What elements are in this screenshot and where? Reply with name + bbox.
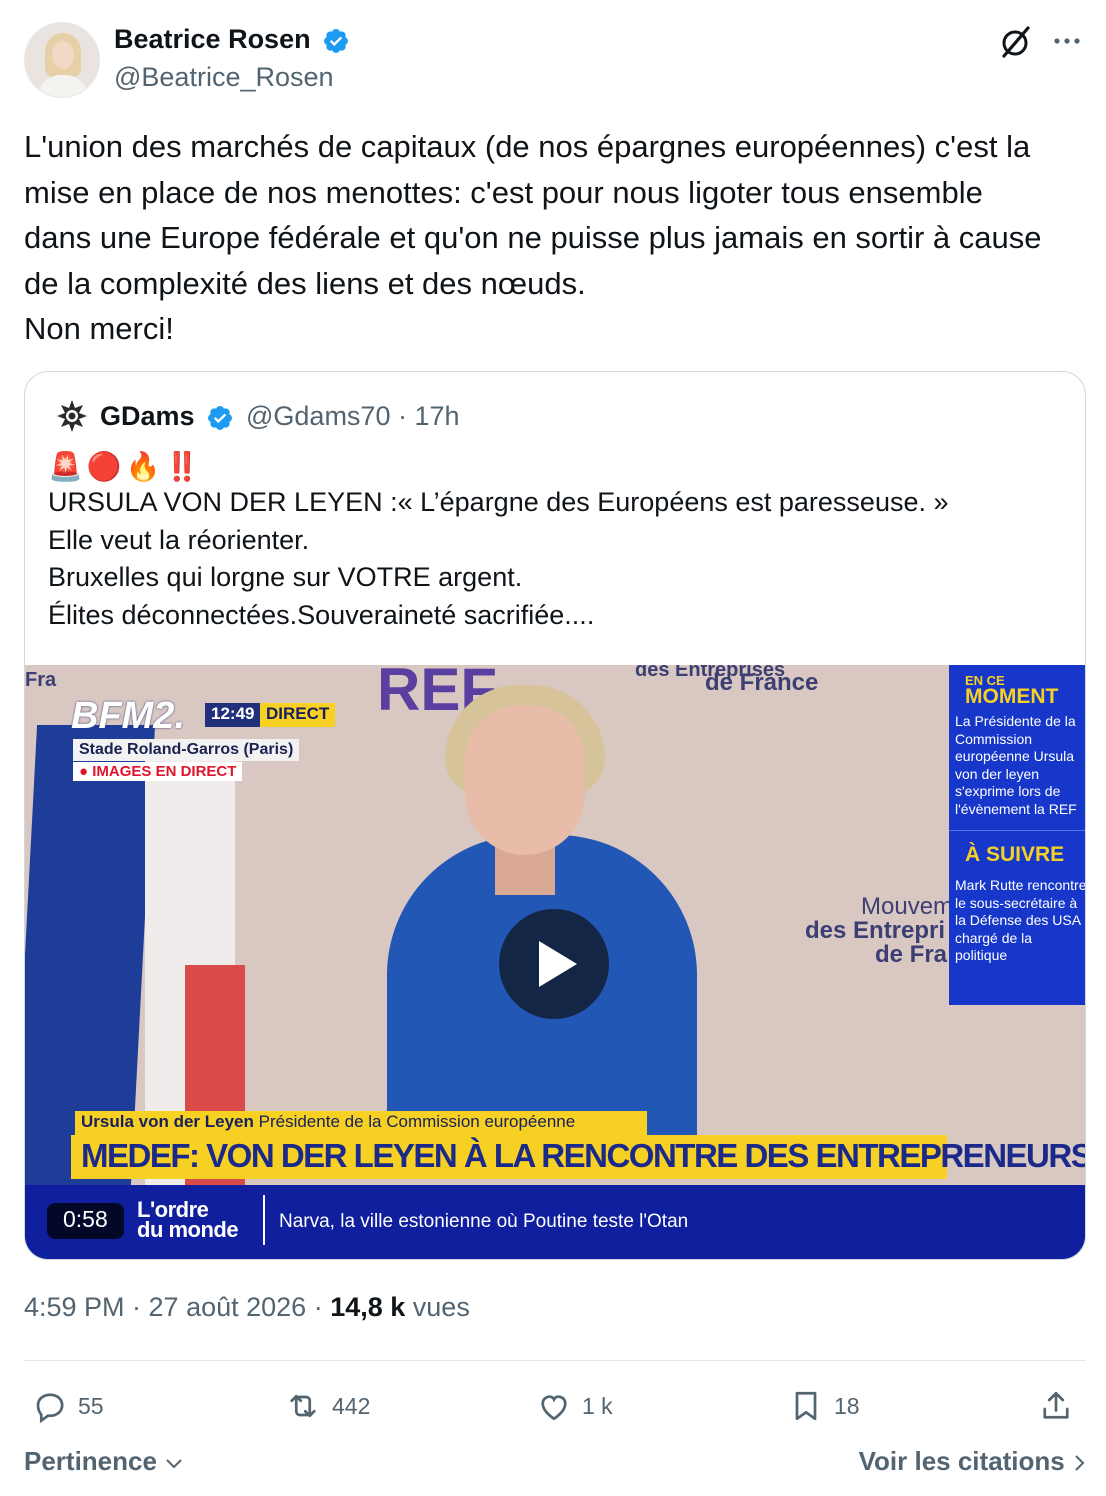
tweet-text-line: Non merci! [24, 311, 174, 346]
quote-text-line: Bruxelles qui lorgne sur VOTRE argent. [48, 562, 523, 592]
author-handle[interactable]: @Beatrice_Rosen [114, 62, 334, 93]
program-logo-line: du monde [137, 1217, 239, 1242]
verified-badge-icon [208, 405, 233, 430]
grok-icon[interactable] [998, 24, 1034, 60]
broadcast-time: 12:49 [205, 703, 261, 727]
author-avatar[interactable] [24, 22, 100, 98]
speaker-name: Ursula von der Leyen [81, 1112, 254, 1131]
quote-author-name[interactable]: GDams [100, 401, 195, 431]
quote-author-row[interactable]: GDams [100, 401, 234, 432]
side-panel-next-title: À SUIVRE [965, 843, 1065, 866]
view-label: vues [405, 1292, 470, 1322]
reply-button[interactable]: 55 [32, 1383, 104, 1429]
speaker-name-bar: Ursula von der Leyen Présidente de la Co… [75, 1111, 647, 1135]
author-name[interactable]: Beatrice Rosen [114, 24, 311, 54]
divider [24, 1360, 1086, 1361]
tweet-text: L'union des marchés de capitaux (de nos … [24, 124, 1094, 352]
tweet-meta: 4:59 PM · 27 août 2026 · 14,8 k vues [24, 1292, 470, 1323]
more-icon[interactable] [1050, 26, 1084, 56]
side-panel: EN CE MOMENT La Présidente de la Commiss… [949, 665, 1086, 1005]
channel-logo: BFM2. [71, 695, 185, 737]
video-bg-text: de France [705, 669, 819, 696]
repost-button[interactable]: 442 [284, 1383, 370, 1429]
verified-badge-icon [324, 28, 349, 53]
like-button[interactable]: 1 k [536, 1383, 613, 1429]
ticker-divider [263, 1195, 265, 1245]
play-button[interactable] [499, 909, 609, 1019]
speaker-face [465, 705, 585, 855]
reply-icon [36, 1393, 64, 1424]
share-button[interactable] [1038, 1383, 1074, 1429]
video-duration: 0:58 [47, 1203, 124, 1239]
red-circle-emoji: 🔴 [86, 450, 122, 482]
quote-text: URSULA VON DER LEYEN :« L’épargne des Eu… [48, 484, 1068, 634]
share-icon [1043, 1391, 1069, 1419]
live-label: DIRECT [260, 703, 336, 727]
author-name-row[interactable]: Beatrice Rosen [114, 24, 350, 55]
quote-text-line: Elle veut la réorienter. [48, 524, 310, 555]
play-icon [539, 941, 577, 987]
side-panel-moment-text: La Présidente de la Commission européenn… [955, 713, 1077, 817]
side-panel-moment: MOMENT [965, 685, 1059, 708]
siren-emoji: 🚨 [48, 450, 83, 482]
video-player[interactable]: Fra des Entreprises de France REF Mouvem… [25, 665, 1086, 1259]
tweet-text-line: dans une Europe fédérale et qu'on ne pui… [24, 220, 1042, 255]
tweet-timestamp[interactable]: 4:59 PM · 27 août 2026 · [24, 1292, 330, 1322]
quote-emoji-row: 🚨 🔴 🔥 ‼️ [48, 448, 200, 484]
like-count: 1 k [582, 1392, 613, 1419]
repost-icon [290, 1394, 316, 1418]
chevron-right-icon [1075, 1455, 1085, 1471]
video-bg-text: Fra [25, 669, 57, 691]
action-bar: 55 442 1 k 18 [24, 1383, 1086, 1429]
live-images-label: ● IMAGES EN DIRECT [73, 762, 243, 781]
view-quotes-label: Voir les citations [858, 1446, 1065, 1476]
quote-avatar[interactable] [52, 396, 92, 436]
quoted-tweet[interactable]: GDams @Gdams70 · 17h 🚨 🔴 🔥 ‼️ URSULA VON… [24, 371, 1086, 1260]
bookmark-button[interactable]: 18 [788, 1383, 860, 1429]
quote-handle-time[interactable]: @Gdams70 · 17h [246, 401, 460, 432]
ticker-text: Narva, la ville estonienne où Poutine te… [279, 1211, 689, 1232]
speaker-title: Présidente de la Commission européenne [258, 1112, 576, 1131]
reply-count: 55 [78, 1392, 104, 1419]
video-bg-text: de Fra [875, 941, 948, 968]
tweet-text-line: L'union des marchés de capitaux (de nos … [24, 129, 1031, 164]
chevron-down-icon [166, 1459, 182, 1469]
tweet-text-line: de la complexité des liens et des nœuds. [24, 265, 586, 301]
repost-count: 442 [332, 1392, 371, 1419]
sort-dropdown[interactable]: Pertinence [24, 1446, 184, 1477]
fire-emoji: 🔥 [125, 450, 161, 482]
view-quotes-link[interactable]: Voir les citations [859, 1446, 1086, 1477]
double-exclamation-emoji: ‼️ [164, 450, 200, 482]
program-logo: L'ordre du monde [137, 1199, 239, 1242]
quote-text-line: Élites déconnectées.Souveraineté sacrifi… [48, 599, 595, 630]
heart-icon [541, 1395, 567, 1421]
view-count: 14,8 k [330, 1292, 406, 1322]
side-panel-next-text: Mark Rutte rencontre le sous-secrétaire … [955, 877, 1086, 963]
bookmark-count: 18 [834, 1392, 860, 1419]
quote-text-line: URSULA VON DER LEYEN :« L’épargne des Eu… [48, 487, 949, 517]
bookmark-icon [795, 1391, 817, 1421]
location-label: Stade Roland-Garros (Paris) [73, 739, 300, 761]
headline-banner: MEDEF: VON DER LEYEN À LA RENCONTRE DES … [71, 1135, 1085, 1179]
tweet-header: Beatrice Rosen @Beatrice_Rosen [24, 22, 1086, 100]
side-panel-divider [949, 830, 1085, 831]
sort-label: Pertinence [24, 1446, 157, 1476]
tweet-text-line: mise en place de nos menottes: c'est pou… [24, 174, 983, 210]
